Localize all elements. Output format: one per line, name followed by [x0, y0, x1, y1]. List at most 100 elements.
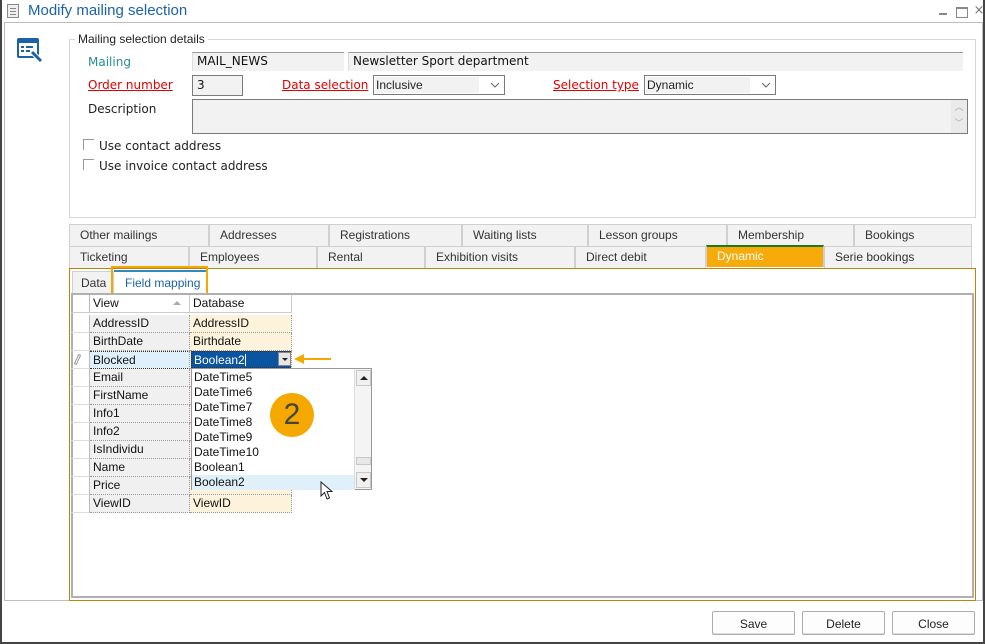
selection-type-select[interactable]: Dynamic [644, 75, 776, 95]
column-header-view[interactable]: View [90, 295, 190, 313]
database-cell[interactable]: ViewID [190, 495, 292, 513]
tab-membership[interactable]: Membership [727, 224, 854, 246]
view-cell[interactable]: BirthDate [90, 333, 190, 351]
close-button[interactable]: Close [892, 611, 975, 635]
table-row[interactable]: BirthDate Birthdate [71, 333, 292, 351]
description-label: Description [88, 102, 157, 116]
minimize-button[interactable] [934, 3, 952, 19]
use-contact-address-label[interactable]: Use contact address [99, 139, 221, 153]
tab-rental[interactable]: Rental [317, 246, 425, 268]
title-bar: Modify mailing selection × [2, 0, 985, 22]
subtab-field-mapping[interactable]: Field mapping [114, 270, 206, 294]
maximize-button[interactable] [952, 3, 970, 19]
row-indicator[interactable] [71, 351, 90, 369]
scroll-up-icon[interactable]: ︿ [954, 104, 964, 113]
dropdown-option[interactable]: Boolean1 [192, 460, 355, 475]
chevron-down-icon [490, 82, 500, 88]
database-cell[interactable]: Birthdate [190, 333, 292, 351]
data-selection-select[interactable]: Inclusive [373, 75, 505, 95]
row-indicator[interactable] [71, 405, 90, 423]
subtab-data[interactable]: Data [72, 271, 114, 295]
view-cell[interactable]: Email [90, 369, 190, 387]
view-cell[interactable]: Info1 [90, 405, 190, 423]
data-selection-value: Inclusive [375, 77, 479, 93]
mailing-label: Mailing [88, 55, 131, 69]
tab-exhibition-visits[interactable]: Exhibition visits [425, 246, 575, 268]
mailing-name-field[interactable]: Newsletter Sport department [348, 52, 963, 71]
tab-direct-debit[interactable]: Direct debit [575, 246, 706, 268]
use-contact-address-checkbox[interactable] [83, 139, 94, 150]
row-indicator[interactable] [71, 423, 90, 441]
pencil-icon [73, 353, 82, 366]
tab-addresses[interactable]: Addresses [209, 224, 329, 246]
tab-other-mailings[interactable]: Other mailings [69, 224, 209, 246]
sort-ascending-icon [173, 301, 181, 305]
column-header-database[interactable]: Database [190, 295, 292, 313]
dropdown-option[interactable]: DateTime10 [192, 445, 355, 460]
tab-employees[interactable]: Employees [189, 246, 317, 268]
tab-serie-bookings[interactable]: Serie bookings [824, 246, 972, 268]
step-number-badge: 2 [270, 393, 314, 437]
use-invoice-contact-address-checkbox[interactable] [83, 159, 94, 170]
table-row[interactable]: AddressID AddressID [71, 315, 292, 333]
selection-type-label[interactable]: Selection type [553, 78, 639, 92]
dropdown-option[interactable]: DateTime6 [192, 385, 355, 400]
dropdown-scrollbar[interactable] [354, 369, 371, 489]
view-cell[interactable]: Blocked [90, 351, 190, 369]
selection-type-value: Dynamic [646, 77, 750, 93]
view-cell[interactable]: Info2 [90, 423, 190, 441]
view-cell[interactable]: FirstName [90, 387, 190, 405]
row-indicator[interactable] [71, 477, 90, 495]
tab-bookings[interactable]: Bookings [854, 224, 972, 246]
database-combo-editor[interactable]: Boolean2 [191, 351, 291, 368]
tab-lesson-groups[interactable]: Lesson groups [588, 224, 727, 246]
view-cell[interactable]: Name [90, 459, 190, 477]
order-number-field[interactable]: 3 [192, 75, 243, 96]
arrow-left-icon [294, 354, 331, 364]
row-indicator[interactable] [71, 333, 90, 351]
mouse-pointer-icon [320, 481, 334, 500]
view-cell[interactable]: IsIndividu [90, 441, 190, 459]
table-row[interactable]: ViewID ViewID [71, 495, 292, 513]
description-textarea[interactable]: ︿ ﹀ [192, 99, 968, 134]
data-selection-label[interactable]: Data selection [282, 78, 368, 92]
close-window-button[interactable]: × [970, 3, 985, 19]
database-cell[interactable]: AddressID [190, 315, 292, 333]
order-number-label[interactable]: Order number [88, 78, 173, 92]
mailing-code-field[interactable]: MAIL_NEWS [192, 52, 344, 71]
row-indicator-header [71, 295, 90, 313]
view-cell[interactable]: ViewID [90, 495, 190, 513]
save-button[interactable]: Save [712, 611, 795, 635]
tab-ticketing[interactable]: Ticketing [69, 246, 189, 268]
dropdown-option[interactable]: DateTime9 [192, 430, 355, 445]
tab-dynamic[interactable]: Dynamic [706, 245, 824, 267]
row-indicator[interactable] [71, 369, 90, 387]
scroll-down-arrow-icon[interactable] [356, 472, 371, 488]
description-scrollbar[interactable]: ︿ ﹀ [951, 100, 967, 133]
row-indicator[interactable] [71, 459, 90, 477]
tab-waiting-lists[interactable]: Waiting lists [462, 224, 588, 246]
text-caret [244, 354, 246, 366]
row-indicator[interactable] [71, 495, 90, 513]
scroll-up-arrow-icon[interactable] [356, 370, 371, 386]
column-header-view-label: View [93, 296, 119, 310]
view-cell[interactable]: AddressID [90, 315, 190, 333]
dropdown-option[interactable]: DateTime5 [192, 370, 355, 385]
use-invoice-contact-address-label[interactable]: Use invoice contact address [99, 159, 268, 173]
delete-button[interactable]: Delete [802, 611, 885, 635]
combo-dropdown-button[interactable] [278, 352, 291, 366]
view-cell[interactable]: Price [90, 477, 190, 495]
row-indicator[interactable] [71, 315, 90, 333]
scrollbar-thumb[interactable] [356, 457, 371, 465]
row-indicator[interactable] [71, 441, 90, 459]
form-search-icon [17, 38, 43, 63]
modify-mailing-selection-window: Modify mailing selection × Mailing selec… [0, 0, 985, 644]
tab-registrations[interactable]: Registrations [329, 224, 462, 246]
row-indicator[interactable] [71, 387, 90, 405]
scroll-down-icon[interactable]: ﹀ [954, 120, 964, 129]
group-legend: Mailing selection details [75, 32, 208, 46]
chevron-down-icon [761, 82, 771, 88]
window-title: Modify mailing selection [28, 2, 188, 19]
grid-header-row: View Database [71, 295, 292, 313]
editor-value: Boolean2 [194, 353, 245, 367]
